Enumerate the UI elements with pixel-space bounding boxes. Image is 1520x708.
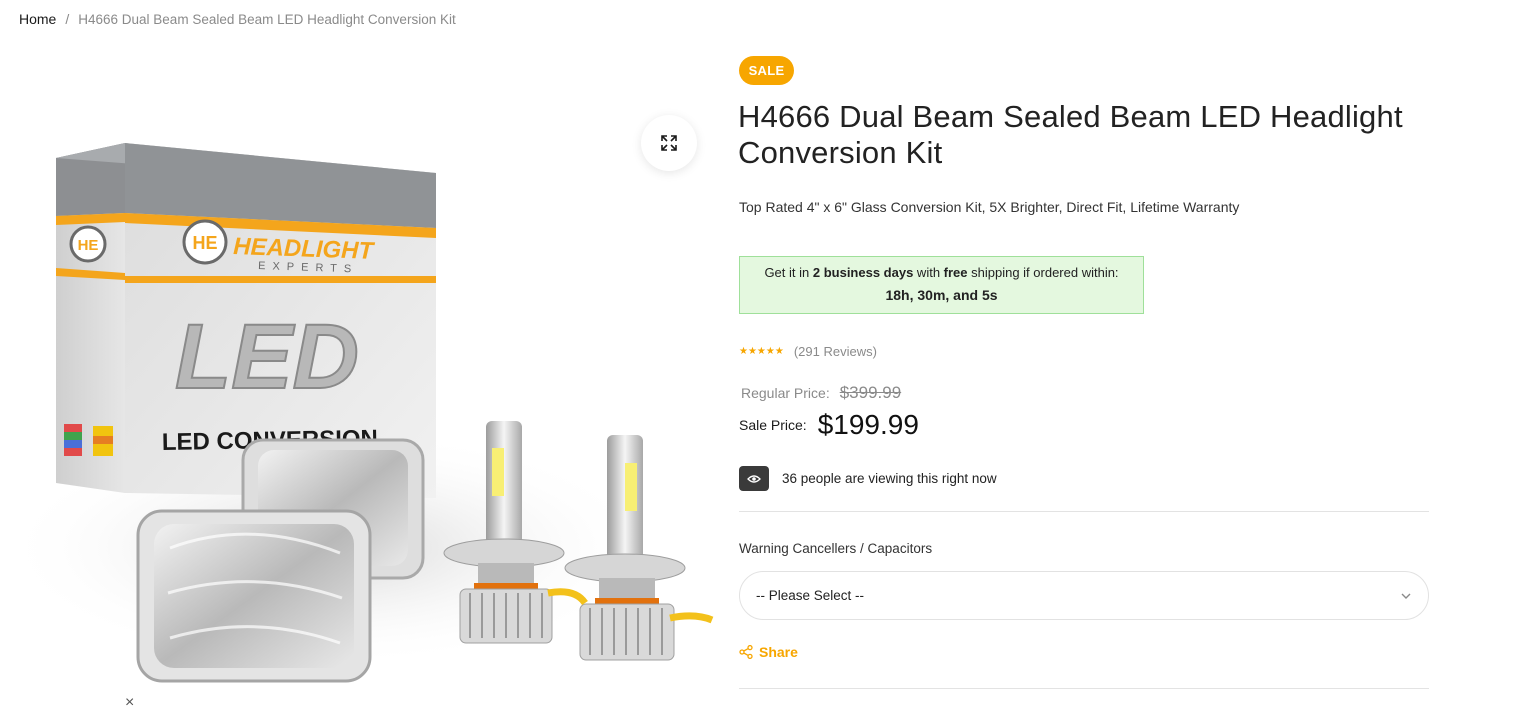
breadcrumb: Home / H4666 Dual Beam Sealed Beam LED H… (19, 11, 456, 27)
viewers-text: 36 people are viewing this right now (782, 471, 997, 486)
close-icon[interactable]: × (125, 695, 134, 708)
regular-price-row: Regular Price: $399.99 (741, 383, 901, 403)
sale-badge: SALE (739, 56, 794, 85)
live-viewers: 36 people are viewing this right now (739, 466, 997, 491)
shipping-suffix: shipping if ordered within: (967, 265, 1119, 280)
breadcrumb-separator: / (65, 11, 70, 27)
box-front-logo: HE (192, 233, 217, 253)
eye-icon (739, 466, 769, 491)
regular-price: $399.99 (839, 383, 902, 402)
expand-icon (661, 135, 677, 151)
warning-cancellers-select[interactable]: -- Please Select -- (739, 571, 1429, 620)
sale-price: $199.99 (817, 409, 919, 440)
divider (739, 688, 1429, 689)
shipping-free: free (943, 265, 968, 280)
product-rating: ★★★★★ (291 Reviews) (739, 344, 877, 359)
shipping-message: Get it in 2 business days with free ship… (740, 265, 1143, 280)
sale-price-label: Sale Price: (739, 417, 807, 433)
sale-price-row: Sale Price: $199.99 (739, 409, 919, 441)
breadcrumb-current: H4666 Dual Beam Sealed Beam LED Headligh… (78, 11, 456, 27)
reviews-link[interactable]: (291 Reviews) (794, 344, 877, 359)
regular-price-label: Regular Price: (741, 385, 830, 401)
box-brand-line1: HEADLIGHT (233, 233, 376, 265)
share-button[interactable]: Share (739, 644, 798, 660)
shipping-notice: Get it in 2 business days with free ship… (739, 256, 1144, 314)
star-rating-icons[interactable]: ★★★★★ (739, 346, 784, 357)
share-label: Share (759, 644, 798, 660)
product-title: H4666 Dual Beam Sealed Beam LED Headligh… (738, 99, 1403, 170)
shipping-days: 2 business days (812, 265, 914, 280)
product-image[interactable]: HE HE HEADLIGHT EXPERTS LED LED CONVERSI… (0, 48, 715, 708)
box-side-logo: HE (78, 237, 99, 254)
breadcrumb-home-link[interactable]: Home (19, 11, 56, 27)
shipping-prefix: Get it in (764, 265, 813, 280)
warning-cancellers-label: Warning Cancellers / Capacitors (739, 541, 933, 556)
product-subtitle: Top Rated 4" x 6" Glass Conversion Kit, … (739, 199, 1240, 215)
shipping-countdown: 18h, 30m, and 5s (885, 287, 998, 303)
product-gallery[interactable]: HE HE HEADLIGHT EXPERTS LED LED CONVERSI… (0, 48, 715, 708)
select-value: -- Please Select -- (756, 588, 865, 603)
box-big-text: LED (175, 306, 359, 408)
zoom-button[interactable] (641, 115, 697, 171)
share-icon (739, 645, 753, 659)
divider (739, 511, 1429, 512)
shipping-middle: with (913, 265, 944, 280)
chevron-down-icon (1401, 593, 1411, 599)
